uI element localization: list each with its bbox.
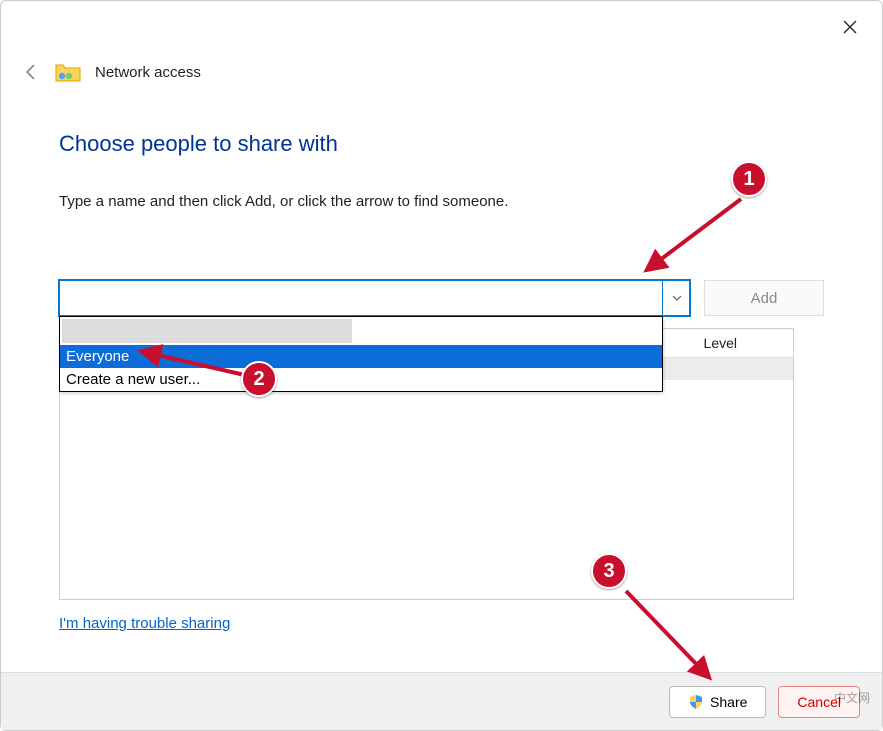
close-icon — [843, 20, 857, 34]
annotation-marker-2: 2 — [241, 361, 277, 397]
combobox-dropdown-button[interactable] — [662, 280, 690, 316]
folder-share-icon — [55, 61, 81, 83]
redacted-text — [62, 319, 352, 343]
back-arrow-icon — [22, 63, 40, 81]
add-button[interactable]: Add — [704, 280, 824, 316]
permission-list-body[interactable] — [59, 358, 794, 600]
dropdown-item-current-user[interactable] — [60, 317, 662, 345]
chevron-down-icon — [672, 295, 682, 301]
annotation-marker-3: 3 — [591, 553, 627, 589]
watermark-text: 中文网 — [834, 689, 870, 706]
share-button[interactable]: Share — [669, 686, 766, 718]
permission-level-column: Level — [704, 335, 773, 351]
annotation-marker-1: 1 — [731, 161, 767, 197]
trouble-sharing-link[interactable]: I'm having trouble sharing — [59, 615, 230, 632]
back-button[interactable] — [21, 62, 41, 82]
page-heading: Choose people to share with — [59, 131, 824, 157]
uac-shield-icon — [688, 694, 704, 710]
people-input[interactable] — [59, 280, 690, 316]
close-button[interactable] — [838, 15, 862, 39]
share-button-label: Share — [710, 694, 747, 710]
dialog-header: Network access — [21, 61, 201, 83]
dialog-title: Network access — [95, 64, 201, 81]
annotation-arrow-1 — [641, 191, 761, 281]
people-combobox[interactable] — [59, 280, 690, 316]
annotation-arrow-3 — [611, 583, 721, 683]
dialog-footer: Share Cancel — [1, 672, 882, 730]
